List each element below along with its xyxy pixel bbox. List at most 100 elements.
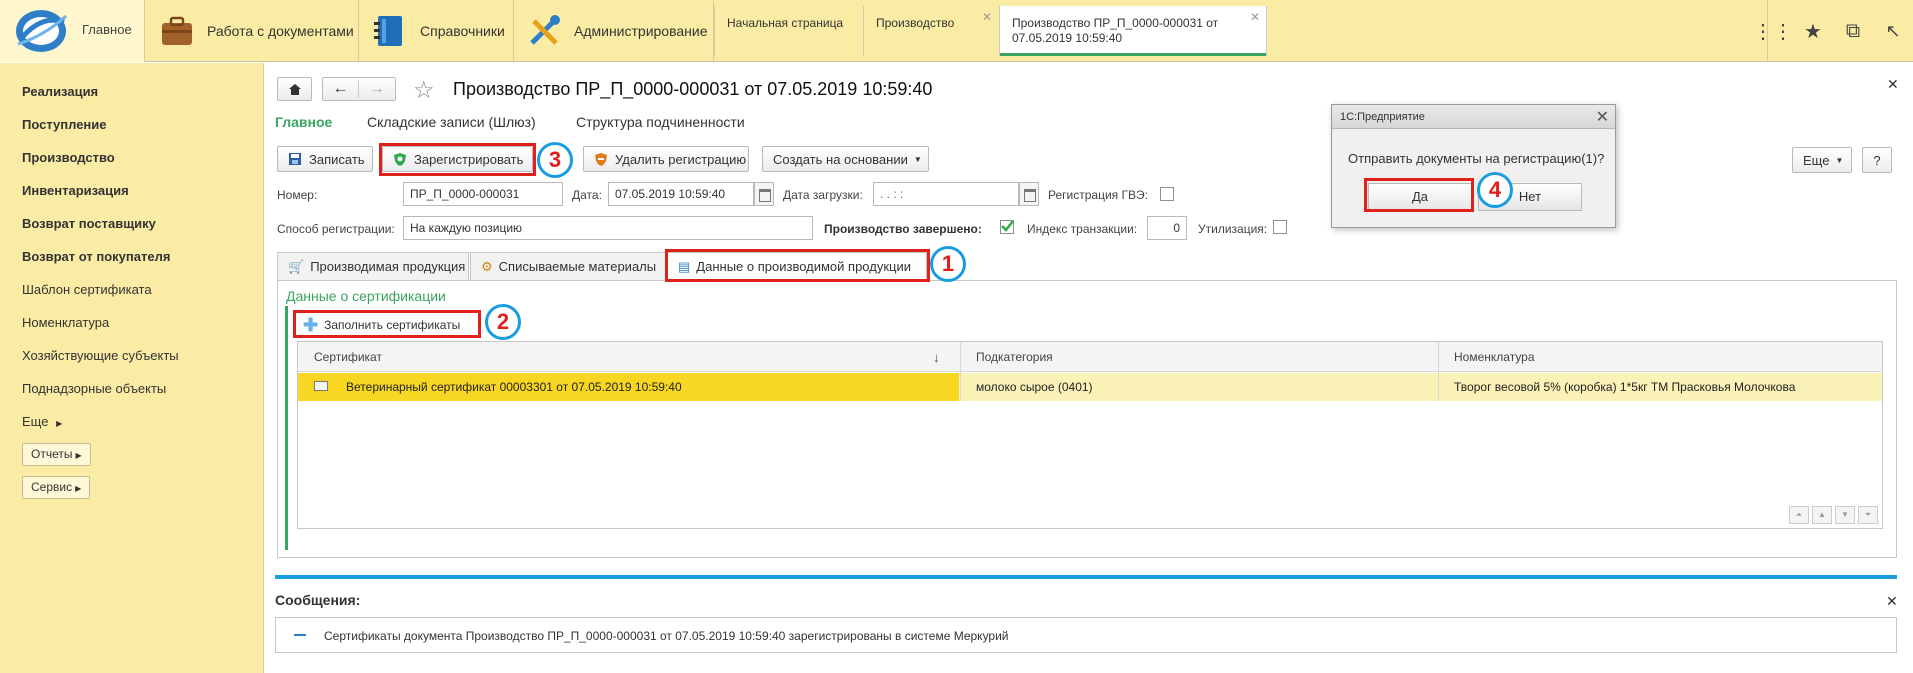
scroll-up-icon[interactable]: ▲ [1812,506,1832,524]
section-catalogs[interactable]: Справочники [372,0,505,62]
sidebar-item-return-supplier[interactable]: Возврат поставщику [22,216,156,231]
back-arrow-icon[interactable]: ← [323,80,360,98]
dialog-title: 1С:Предприятие [1340,111,1425,123]
reports-label: Отчеты [31,447,73,461]
service-label: Сервис [31,480,73,494]
tab-produced-goods[interactable]: 🛒 Производимая продукция [277,252,469,280]
nav-tab-subordination[interactable]: Структура подчиненности [576,114,745,130]
home-icon [288,83,301,95]
section-admin[interactable]: Администрирование [526,0,708,62]
certification-section-title: Данные о сертификации [286,288,446,304]
grid-menu-icon[interactable]: ⋮⋮ [1753,19,1793,44]
close-messages-icon[interactable]: ✕ [1886,593,1898,610]
service-button[interactable]: Сервис ▶ [22,476,91,499]
section-label: Администрирование [574,23,708,39]
close-form-icon[interactable]: ✕ [1887,76,1899,93]
triangle-right-icon: ▶ [56,419,63,428]
sidebar-item-business-entities[interactable]: Хозяйствующие субъекты [22,348,179,363]
registration-method-label: Способ регистрации: [277,222,395,236]
home-label: Главное [82,22,132,37]
calendar-icon[interactable] [754,182,774,206]
sidebar-item-cert-template[interactable]: Шаблон сертификата [22,282,152,297]
grid-scroll-controls: ⏶ ▲ ▼ ⏷ [1789,506,1878,524]
sidebar-item-receipt[interactable]: Поступление [22,117,107,132]
highlight-box-3 [379,143,536,176]
highlight-box-2 [293,310,481,338]
column-certificate[interactable]: Сертификат [314,350,382,364]
scroll-bottom-icon[interactable]: ⏷ [1858,506,1878,524]
certificate-cell: Ветеринарный сертификат 00003301 от 07.0… [346,380,682,394]
create-based-on-button[interactable]: Создать на основании ▼ [762,146,929,172]
help-button[interactable]: ? [1862,147,1892,173]
column-subcategory[interactable]: Подкатегория [976,350,1053,364]
section-documents[interactable]: Работа с документами [159,0,354,62]
load-date-field[interactable]: . . : : [873,182,1019,206]
number-field[interactable]: ПР_П_0000-000031 [403,182,563,206]
tab-written-off-materials[interactable]: ⚙ Списываемые материалы [470,252,666,280]
sidebar-item-nomenclature[interactable]: Номенклатура [22,315,109,330]
history-icon[interactable]: ⧉ [1833,20,1873,43]
certificates-table: Сертификат ↓ Подкатегория Номенклатура В… [297,341,1883,529]
sidebar-item-sales[interactable]: Реализация [22,84,98,99]
annotation-badge-4: 4 [1477,172,1513,208]
tab-label: Начальная страница [727,16,844,30]
highlight-box-1 [665,249,930,282]
tab-home-page[interactable]: Начальная страница [714,6,862,56]
more-label: Еще [1803,152,1830,168]
checkmark-icon [1001,220,1014,232]
1c-logo-icon [16,10,68,52]
transaction-index-field[interactable]: 0 [1147,216,1187,240]
nav-tab-main[interactable]: Главное [275,114,332,130]
gve-checkbox[interactable] [1160,187,1174,201]
tab-production-list[interactable]: Производство ✕ [863,6,998,56]
utilization-label: Утилизация: [1198,222,1268,236]
arrow-up-left-icon[interactable]: ↖ [1873,21,1913,42]
highlight-box-4 [1364,178,1474,212]
cart-icon: 🛒 [288,259,305,274]
home-section[interactable]: Главное [0,0,145,62]
favorite-star-icon[interactable]: ☆ [413,76,435,105]
tab-label: Производимая продукция [310,259,466,274]
sidebar-item-inventory[interactable]: Инвентаризация [22,183,129,198]
save-button[interactable]: Записать [277,146,373,172]
close-icon[interactable]: ✕ [982,10,992,24]
sidebar-item-more[interactable]: Еще ▶ [22,414,62,429]
tab-production-document[interactable]: Производство ПР_П_0000-000031 от 07.05.2… [999,6,1267,56]
sidebar-item-supervised-objects[interactable]: Поднадзорные объекты [22,381,166,396]
scroll-top-icon[interactable]: ⏶ [1789,506,1809,524]
home-button[interactable] [277,77,312,101]
close-icon[interactable]: ✕ [1250,10,1260,25]
column-nomenclature[interactable]: Номенклатура [1454,350,1535,364]
tab-label: Списываемые материалы [498,259,657,274]
tab-label-line2: 07.05.2019 10:59:40 [1012,31,1123,45]
sidebar-item-production[interactable]: Производство [22,150,115,165]
section-label: Справочники [420,23,505,39]
annotation-badge-2: 2 [485,304,521,340]
utilization-checkbox[interactable] [1273,220,1287,234]
nav-tab-warehouse-records[interactable]: Складские записи (Шлюз) [367,114,536,130]
table-row[interactable]: Ветеринарный сертификат 00003301 от 07.0… [298,373,1882,401]
transaction-index-label: Индекс транзакции: [1027,222,1138,236]
page-title: Производство ПР_П_0000-000031 от 07.05.2… [453,79,933,99]
collapse-icon[interactable] [294,634,306,636]
nav-buttons: ← → [322,77,396,101]
production-completed-checkbox[interactable] [1000,220,1014,234]
briefcase-icon [162,16,192,45]
more-button[interactable]: Еще ▼ [1792,147,1852,173]
gve-label: Регистрация ГВЭ: [1048,188,1148,202]
column-divider [960,342,961,401]
column-divider [1438,342,1439,401]
calendar-icon[interactable] [1019,182,1039,206]
star-icon[interactable]: ★ [1793,19,1833,44]
scroll-down-icon[interactable]: ▼ [1835,506,1855,524]
sort-arrow-icon[interactable]: ↓ [933,350,940,365]
forward-arrow-icon[interactable]: → [359,80,395,98]
divider [513,0,514,62]
unregister-button[interactable]: Удалить регистрацию [583,146,749,172]
sidebar-item-return-customer[interactable]: Возврат от покупателя [22,249,170,264]
registration-method-field[interactable]: На каждую позицию [403,216,813,240]
reports-button[interactable]: Отчеты ▶ [22,443,91,466]
close-icon[interactable]: ✕ [1596,107,1609,127]
date-field[interactable]: 07.05.2019 10:59:40 [608,182,754,206]
dropdown-triangle-icon: ▼ [913,154,922,164]
